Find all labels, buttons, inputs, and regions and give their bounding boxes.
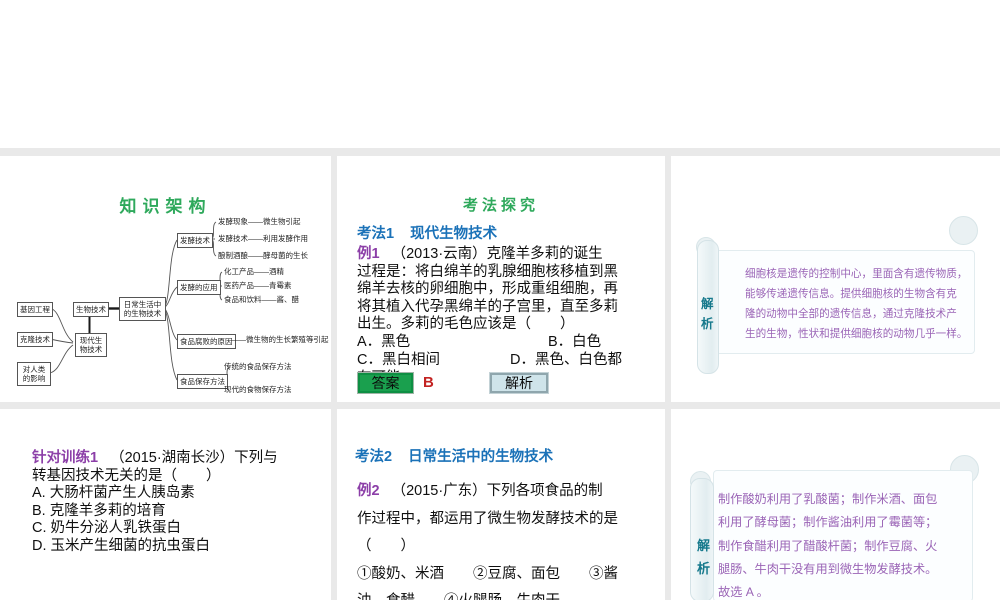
paper-curl-top-right-icon (949, 216, 978, 245)
map-node-impact-on-humans: 对人类的影响 (17, 362, 51, 386)
divider-top-strip (0, 148, 1000, 156)
analysis1-line2: 能够传递遗传信息。提供细胞核的生物含有克 (745, 287, 957, 300)
analysis2-line3: 制作食醋利用了醋酸杆菌；制作豆腐、火 (718, 538, 938, 553)
example1-line3: 绵羊去核的卵细胞中，形成重组细胞，再 (357, 281, 618, 298)
map-leaf-fermentation-technique: 发酵技术——利用发酵作用 (218, 234, 308, 243)
training1-line2: 转基因技术无关的是（ ） (32, 467, 221, 484)
map-node-biotechnology: 生物技术 (73, 302, 109, 317)
divider-middle-strip (0, 402, 1000, 409)
analysis1-line3: 隆的动物中全部的遗传信息，通过克隆技术产 (745, 307, 957, 320)
analysis2-label: 解析 (697, 538, 711, 577)
panel-training-1: 针对训练1 （2015·湖南长沙）下列与 转基因技术无关的是（ ） A. 大肠杆菌… (0, 409, 331, 600)
example1-line5: 出生。多莉的毛色应该是（ ） (357, 316, 575, 333)
map-node-cloning-tech: 克隆技术 (17, 332, 53, 347)
example1-line1: （2013·云南）克隆羊多莉的诞生 (391, 246, 603, 262)
answer-button[interactable]: 答案 (358, 373, 413, 393)
analysis2-line5: 故选 A 。 (718, 585, 769, 600)
analysis1-text: 细胞核是遗传的控制中心，里面含有遗传物质， 能够传递遗传信息。提供细胞核的生物含… (745, 265, 967, 345)
map-node-food-spoilage-cause: 食品腐败的原因 (177, 334, 236, 349)
training1-option-c: C. 奶牛分泌人乳铁蛋白 (32, 520, 182, 536)
map-leaf-food-drink: 食品和饮料——酱、醋 (224, 295, 299, 304)
example2-tag: 例2 (357, 483, 380, 499)
analysis2-line1: 制作酸奶利用了乳酸菌；制作米酒、面包 (718, 492, 938, 506)
example1-tag: 例1 (357, 246, 380, 262)
map-node-food-preservation: 食品保存方法 (177, 374, 228, 389)
method2-name: 日常生活中的生物技术 (408, 449, 554, 465)
method1-number: 考法1 (357, 226, 395, 242)
method1-name: 现代生物技术 (410, 226, 498, 242)
map-leaf-brewing: 酿制酒酿——酵母菌的生长 (218, 251, 308, 260)
panel-knowledge-map: 知识架构 基因工程 克隆技术 对人类的影响 生物技术 现代生物技术 日常生活中的… (0, 156, 331, 402)
map-leaf-chemical-products: 化工产品——酒精 (224, 267, 284, 276)
example2-items-line2: 油、食醋 ④火腿肠、牛肉干 (357, 588, 653, 600)
analysis2-text: 制作酸奶利用了乳酸菌；制作米酒、面包 利用了酵母菌；制作酱油利用了霉菌等； 制作… (718, 488, 937, 600)
example1-option-a: A．黑色 (357, 334, 411, 350)
explain-button[interactable]: 解析 (490, 373, 548, 393)
map-node-gene-engineering: 基因工程 (17, 302, 53, 317)
training1-option-d: D. 玉米产生细菌的抗虫蛋白 (32, 537, 211, 554)
method1-heading: 考法1 现代生物技术 (357, 222, 497, 243)
example2-line3: （ ） (357, 538, 415, 554)
map-leaf-traditional-preservation: 传统的食品保存方法 (224, 362, 292, 371)
map-node-fermentation-tech: 发酵技术 (177, 233, 213, 248)
panel-analysis-1: 解析 细胞核是遗传的控制中心，里面含有遗传物质， 能够传递遗传信息。提供细胞核的… (671, 156, 1000, 402)
map-node-fermentation-apps: 发酵的应用 (177, 280, 221, 295)
example2-question: 例2 （2015·广东）下列各项食品的制 作过程中，都运用了微生物发酵技术的是 （… (357, 478, 653, 600)
panel-method-explore: 考法探究 考法1 现代生物技术 例1 （2013·云南）克隆羊多莉的诞生 过程是：将… (337, 156, 665, 402)
training1-option-a: A. 大肠杆菌产生人胰岛素 (32, 485, 195, 501)
training1-question: 针对训练1 （2015·湖南长沙）下列与 转基因技术无关的是（ ） A. 大肠杆菌… (32, 450, 312, 555)
answer-value: B (423, 374, 434, 391)
example2-line1: （2015·广东）下列各项食品的制 (391, 483, 603, 499)
analysis1-label: 解析 (701, 297, 714, 331)
method-explore-title: 考法探究 (462, 197, 539, 214)
example1-option-b: B．白色 (548, 334, 602, 350)
map-leaf-medical-products: 医药产品——青霉素 (224, 281, 292, 290)
panel-method-2: 考法2 日常生活中的生物技术 例2 （2015·广东）下列各项食品的制 作过程中，都… (337, 409, 665, 600)
map-leaf-modern-preservation: 现代的食物保存方法 (224, 385, 292, 394)
method2-heading: 考法2 日常生活中的生物技术 (355, 445, 553, 466)
map-leaf-fermentation-phenomenon: 发酵现象——微生物引起 (218, 217, 301, 226)
example1-options-ab: A．黑色 B．白色 (357, 334, 631, 352)
analysis1-line1: 细胞核是遗传的控制中心，里面含有遗传物质， (745, 268, 968, 280)
map-node-modern-biotech: 现代生物技术 (75, 333, 107, 357)
example2-items-line1: ①酸奶、米酒 ②豆腐、面包 ③酱 (357, 565, 618, 582)
map-leaf-microbe-growth: ——微生物的生长繁殖等引起 (231, 335, 329, 344)
analysis2-line4: 腿肠、牛肉干没有用到微生物发酵技术。 (718, 561, 938, 576)
map-node-daily-life-biotech: 日常生活中的生物技术 (119, 297, 166, 321)
training1-tag: 针对训练1 (32, 450, 99, 466)
training1-option-b: B. 克隆羊多莉的培育 (32, 502, 166, 519)
example2-line2: 作过程中，都运用了微生物发酵技术的是 (357, 510, 618, 527)
training1-line1: （2015·湖南长沙）下列与 (110, 450, 278, 466)
analysis2-line2: 利用了酵母菌；制作酱油利用了霉菌等； (718, 515, 938, 530)
example1-line4: 将其植入代孕黑绵羊的子宫里，直至多莉 (357, 298, 618, 315)
example1-option-c: C．黑白相间 (357, 352, 440, 368)
method2-number: 考法2 (355, 449, 393, 465)
example1-line2: 过程是：将白绵羊的乳腺细胞核移植到黑 (357, 263, 618, 280)
panel-analysis-2: 解析 制作酸奶利用了乳酸菌；制作米酒、面包 利用了酵母菌；制作酱油利用了霉菌等；… (671, 409, 1000, 600)
analysis1-line4: 生的生物，性状和提供细胞核的动物几乎一样。 (745, 327, 968, 340)
example1-question: 例1 （2013·云南）克隆羊多莉的诞生 过程是：将白绵羊的乳腺细胞核移植到黑 绵… (357, 246, 653, 334)
